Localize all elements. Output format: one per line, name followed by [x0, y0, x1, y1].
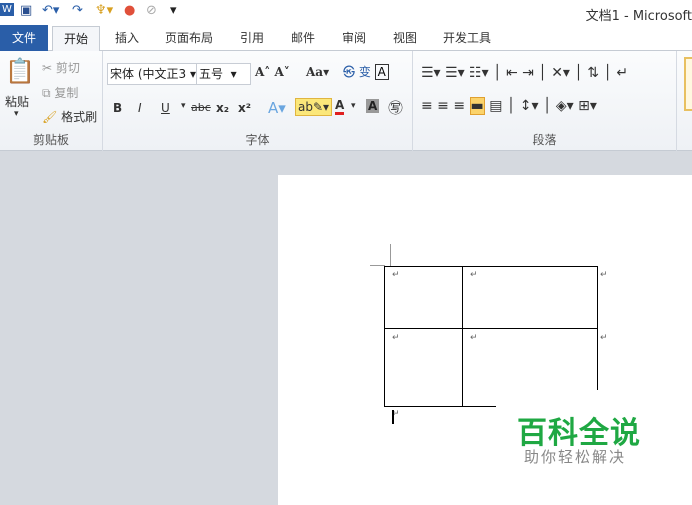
font-group: 宋体 (中文正3 ▾ 五号 ▾ A˄ A˅ Aa▾ ㉿ 变 A B I U ▾ … [103, 51, 413, 151]
font-name-value: 宋体 (中文正3 [110, 67, 187, 81]
clipboard-label: 剪贴板 [32, 133, 69, 147]
paragraph-group: ☰▾ ☰▾ ☷▾ │ ⇤ ⇥ │ ✕▾ │ ⇅ │ ↵ ≡ ≡ ≡ ▬ ▤ │ … [413, 51, 677, 151]
grow-font-icon[interactable]: A˄ A˅ [255, 65, 290, 79]
margin-mark [390, 244, 391, 266]
cell-end-mark: ↵ [392, 333, 400, 343]
underline-dropdown-icon[interactable]: ▾ [181, 101, 186, 111]
font-name-select[interactable]: 宋体 (中文正3 ▾ [107, 63, 197, 85]
document-page[interactable] [278, 175, 692, 505]
paste-icon[interactable]: 📋 [5, 57, 35, 85]
enclose-char-icon[interactable]: ㊢ [388, 97, 403, 118]
cell-end-mark: ↵ [392, 270, 400, 280]
tab-developer[interactable]: 开发工具 [443, 29, 491, 46]
color-icon[interactable]: ● [124, 3, 135, 18]
superscript-button[interactable]: x² [238, 101, 251, 115]
customize-toolbar-icon[interactable]: ▾ [170, 3, 177, 18]
brush-icon: 🖌 [42, 110, 58, 124]
margin-mark [370, 265, 385, 266]
styles-gallery[interactable] [684, 57, 692, 111]
cut-button[interactable]: ✂ 剪切 [42, 59, 80, 76]
tab-layout[interactable]: 页面布局 [165, 29, 213, 46]
change-case-label: Aa [306, 65, 324, 79]
align-icons[interactable]: ≡ ≡ ≡ ▬ ▤ │ ↕▾ │ ◈▾ ⊞▾ [421, 97, 597, 115]
subscript-button[interactable]: x₂ [216, 101, 229, 115]
save-icon[interactable]: ▣ [20, 3, 32, 18]
tab-home[interactable]: 开始 [52, 26, 100, 52]
tab-view[interactable]: 视图 [393, 29, 417, 46]
row-end-mark: ↵ [600, 333, 608, 343]
tab-review[interactable]: 审阅 [342, 29, 366, 46]
title-bar: W ▣ ↶▾ ↷ ♆▾ ● ⊘ ▾ 文档1 - Microsoft [0, 0, 692, 25]
cell-end-mark: ↵ [470, 270, 478, 280]
italic-button[interactable]: I [138, 101, 142, 115]
clear-icon[interactable]: ⊘ [146, 3, 157, 18]
paste-dropdown-icon[interactable]: ▾ [14, 109, 19, 119]
format-painter-label: 格式刷 [61, 110, 98, 124]
clipboard-group: 📋 粘贴 ▾ ✂ 剪切 ⧉ 复制 🖌 格式刷 剪贴板 [0, 51, 103, 151]
watermark-subtitle: 助你轻松解决 [524, 448, 627, 466]
cell-end-mark: ↵ [470, 333, 478, 343]
change-case-button[interactable]: Aa▾ [306, 65, 329, 79]
paragraph-label: 段落 [532, 133, 557, 147]
bold-button[interactable]: B [113, 101, 122, 115]
tab-mailings[interactable]: 邮件 [291, 29, 315, 46]
format-icon[interactable]: ♆▾ [95, 3, 113, 18]
word-logo-icon: W [0, 3, 14, 16]
font-size-select[interactable]: 五号 ▾ [196, 63, 251, 85]
font-color-icon[interactable]: A [335, 98, 345, 115]
highlight-icon[interactable]: ab✎▾ [295, 98, 333, 116]
font-label: 字体 [245, 133, 270, 147]
format-painter-button[interactable]: 🖌 格式刷 [42, 108, 97, 125]
tab-insert[interactable]: 插入 [115, 29, 139, 46]
underline-button[interactable]: U [161, 101, 170, 115]
copy-button[interactable]: ⧉ 复制 [42, 84, 78, 101]
ribbon-tabs: 文件 开始 插入 页面布局 引用 邮件 审阅 视图 开发工具 [0, 25, 692, 52]
cut-label: 剪切 [55, 61, 80, 75]
font-size-value: 五号 [199, 67, 224, 81]
row-end-mark: ↵ [600, 270, 608, 280]
window-title: 文档1 - Microsoft [585, 9, 692, 24]
text-effects-icon[interactable]: A▾ [268, 99, 286, 117]
char-shading-icon[interactable]: A [366, 99, 380, 113]
paste-button[interactable]: 粘贴 [5, 93, 29, 110]
bullets-icon[interactable]: ☰▾ ☰▾ ☷▾ │ ⇤ ⇥ │ ✕▾ │ ⇅ │ ↵ [421, 65, 628, 81]
undo-icon[interactable]: ↶▾ [42, 3, 59, 18]
copy-label: 复制 [54, 86, 79, 100]
ribbon: 📋 粘贴 ▾ ✂ 剪切 ⧉ 复制 🖌 格式刷 剪贴板 宋体 (中文正3 ▾ 五号… [0, 51, 692, 151]
font-color-dropdown-icon[interactable]: ▾ [351, 101, 356, 111]
tab-file[interactable]: 文件 [0, 25, 48, 51]
phonetic-icon[interactable]: ㉿ 变 A [343, 63, 389, 80]
redo-icon[interactable]: ↷ [72, 3, 83, 18]
strikethrough-button[interactable]: abc [191, 101, 211, 114]
text-cursor [392, 410, 394, 424]
tab-references[interactable]: 引用 [240, 29, 264, 46]
